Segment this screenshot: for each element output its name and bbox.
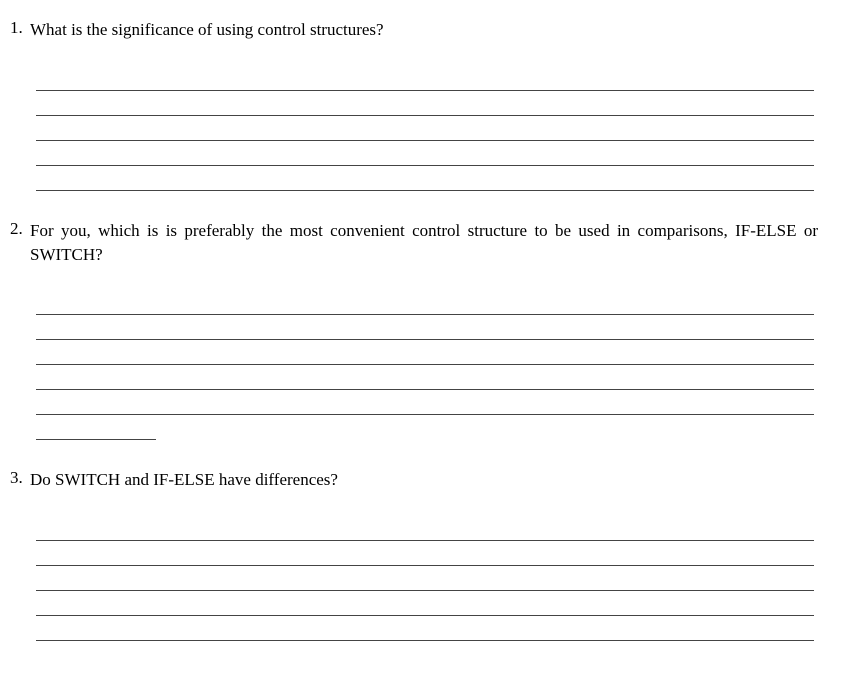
answer-line [36, 566, 814, 591]
answer-line [36, 166, 814, 191]
question-block-3: 3. Do SWITCH and IF-ELSE have difference… [8, 468, 818, 641]
answer-lines [36, 66, 814, 191]
question-number: 3. [8, 468, 30, 488]
question-number: 1. [8, 18, 30, 38]
answer-line [36, 315, 814, 340]
question-row: 1. What is the significance of using con… [8, 18, 818, 42]
answer-line [36, 541, 814, 566]
question-row: 2. For you, which is is preferably the m… [8, 219, 818, 267]
question-number: 2. [8, 219, 30, 239]
question-text: What is the significance of using contro… [30, 18, 818, 42]
question-block-1: 1. What is the significance of using con… [8, 18, 818, 191]
answer-line [36, 66, 814, 91]
question-text: Do SWITCH and IF-ELSE have differences? [30, 468, 818, 492]
answer-line [36, 290, 814, 315]
answer-lines [36, 290, 814, 440]
answer-line [36, 141, 814, 166]
question-row: 3. Do SWITCH and IF-ELSE have difference… [8, 468, 818, 492]
answer-line [36, 365, 814, 390]
answer-line [36, 591, 814, 616]
question-text: For you, which is is preferably the most… [30, 219, 818, 267]
answer-line [36, 616, 814, 641]
answer-line [36, 340, 814, 365]
answer-line [36, 516, 814, 541]
answer-lines [36, 516, 814, 641]
question-block-2: 2. For you, which is is preferably the m… [8, 219, 818, 441]
answer-line [36, 116, 814, 141]
answer-line [36, 91, 814, 116]
answer-line [36, 390, 814, 415]
answer-line-short [36, 415, 156, 440]
